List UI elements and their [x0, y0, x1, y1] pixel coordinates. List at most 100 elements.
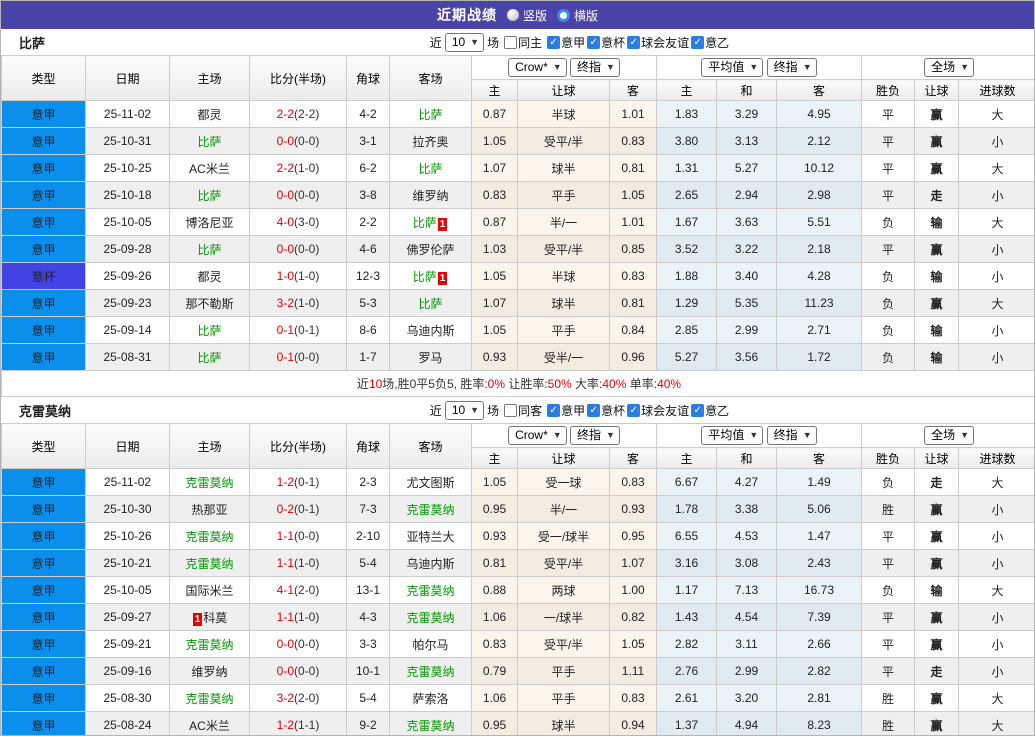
- chevron-down-icon: ▼: [749, 430, 759, 440]
- avg-away-odds: 4.95: [775, 100, 863, 128]
- filters: 近 10 ▼ 场 同客 ✓ 意甲 ✓ 意杯 ✓ 球会友谊 ✓ 意乙: [429, 400, 729, 420]
- games-label: 场: [487, 35, 500, 50]
- result-handicap: 赢: [914, 711, 960, 735]
- radio-button-icon[interactable]: [557, 8, 570, 22]
- result-handicap: 输: [914, 316, 960, 344]
- avg-home-odds: 6.55: [656, 522, 717, 550]
- final-odds-select[interactable]: 终指 ▼: [570, 58, 620, 77]
- league-checkbox[interactable]: ✓ 球会友谊: [627, 402, 689, 419]
- layout-radio-vertical[interactable]: 竖版: [506, 7, 547, 24]
- team-name-text: 乌迪内斯: [406, 556, 455, 571]
- avg-away-odds: 5.51: [775, 208, 863, 236]
- date-cell: 25-10-18: [85, 181, 170, 209]
- handicap-away-odds: 0.81: [609, 154, 657, 182]
- home-team-cell: 克雷莫纳: [169, 684, 250, 712]
- avg-away-odds: 2.82: [775, 657, 863, 685]
- league-checkbox[interactable]: ✓ 意乙: [691, 402, 729, 419]
- result-handicap: 输: [914, 576, 960, 604]
- full-match-select[interactable]: 全场 ▼: [924, 58, 974, 77]
- league-checkbox[interactable]: ✓ 意杯: [587, 402, 625, 419]
- score-cell: 0-2(0-1): [249, 495, 347, 523]
- league-label: 球会友谊: [641, 403, 690, 418]
- checkbox-icon[interactable]: ✓: [691, 35, 705, 49]
- corner-cell: 8-6: [346, 316, 390, 344]
- final-odds-select[interactable]: 终指 ▼: [766, 58, 817, 77]
- checkbox-icon[interactable]: ✓: [587, 35, 601, 49]
- corner-cell: 4-6: [346, 235, 390, 263]
- filter-bar-pisa: 比萨 近 10 ▼ 场 同主 ✓ 意甲 ✓ 意杯 ✓ 球会友谊 ✓ 意乙: [1, 29, 1034, 55]
- final-odds-select[interactable]: 终指 ▼: [766, 426, 817, 445]
- crow-odds-select[interactable]: Crow* ▼: [508, 426, 567, 445]
- avg-away-odds: 2.98: [775, 181, 863, 209]
- avg-away-odds: 7.39: [775, 603, 863, 631]
- final-odds-select[interactable]: 终指 ▼: [570, 426, 620, 445]
- checkbox-icon[interactable]: [504, 403, 518, 417]
- handicap-away-odds: 1.00: [609, 576, 657, 604]
- average-group-header: 平均值 ▼ 终指 ▼: [655, 55, 863, 80]
- avg-draw-odds: 3.11: [716, 630, 777, 658]
- result-handicap: 赢: [914, 235, 960, 263]
- result-outcome: 负: [861, 208, 916, 236]
- handicap-home-odds: 0.87: [471, 208, 518, 236]
- crow-odds-select[interactable]: Crow* ▼: [508, 58, 567, 77]
- checkbox-icon[interactable]: ✓: [691, 403, 705, 417]
- checkbox-icon[interactable]: [504, 35, 518, 49]
- score-cell: 3-2(2-0): [249, 684, 347, 712]
- matches-table-pisa: 类型 日期 主场 比分(半场) 角球 客场 Crow* ▼ 终指 ▼ 平均值 ▼ 终指…: [1, 55, 1034, 397]
- handicap-line: 半球: [517, 100, 610, 128]
- layout-radio-horizontal[interactable]: 横版: [557, 7, 598, 24]
- away-team-cell: 维罗纳: [389, 181, 472, 209]
- checkbox-icon[interactable]: ✓: [627, 35, 641, 49]
- league-checkbox[interactable]: ✓ 意乙: [691, 34, 729, 51]
- handicap-line: 平手: [517, 181, 610, 209]
- date-cell: 25-09-14: [85, 316, 170, 344]
- checkbox-icon[interactable]: ✓: [547, 35, 561, 49]
- result-goals: 小: [958, 603, 1034, 631]
- league-checkbox[interactable]: ✓ 意甲: [547, 402, 585, 419]
- avg-home-odds: 2.65: [656, 181, 717, 209]
- match-row: 意甲 25-09-27 1 科莫 1-1(1-0) 4-3 克雷莫纳 1.06 一/球半 0.82…: [1, 603, 1034, 631]
- same-venue-checkbox[interactable]: 同主: [504, 34, 542, 51]
- result-outcome: 平: [861, 522, 916, 550]
- score-cell: 1-1(1-0): [249, 603, 347, 631]
- result-outcome: 平: [861, 235, 916, 263]
- recent-count-select[interactable]: 10 ▼: [444, 400, 485, 420]
- corner-cell: 5-4: [346, 549, 390, 577]
- red-card-badge: 1: [437, 217, 448, 231]
- league-type-cell: 意杯: [1, 262, 86, 290]
- average-odds-select[interactable]: 平均值 ▼: [701, 58, 764, 77]
- average-odds-select[interactable]: 平均值 ▼: [701, 426, 764, 445]
- sub-header-handicap-result: 让球: [914, 79, 960, 101]
- away-team-cell: 乌迪内斯: [389, 316, 472, 344]
- league-checkbox[interactable]: ✓ 意甲: [547, 34, 585, 51]
- full-match-select[interactable]: 全场 ▼: [924, 426, 974, 445]
- league-checkbox[interactable]: ✓ 球会友谊: [627, 34, 689, 51]
- chevron-down-icon: ▼: [470, 36, 480, 47]
- avg-away-odds: 2.81: [775, 684, 863, 712]
- handicap-home-odds: 1.03: [471, 235, 518, 263]
- corner-cell: 10-1: [346, 657, 390, 685]
- result-goals: 小: [958, 235, 1034, 263]
- team-name-text: 都灵: [197, 107, 222, 122]
- league-checkbox[interactable]: ✓ 意杯: [587, 34, 625, 51]
- avg-home-odds: 1.88: [656, 262, 717, 290]
- away-team-cell: 比萨: [389, 100, 472, 128]
- same-venue-checkbox[interactable]: 同客: [504, 402, 542, 419]
- radio-button-icon[interactable]: [506, 9, 519, 21]
- page: 近期战绩 竖版 横版 比萨 近 10 ▼ 场 同主 ✓ 意甲 ✓ 意杯 ✓ 球会友谊 ✓ 意乙: [0, 0, 1035, 736]
- recent-count-select[interactable]: 10 ▼: [444, 32, 485, 52]
- checkbox-icon[interactable]: ✓: [547, 403, 561, 417]
- checkbox-icon[interactable]: ✓: [587, 403, 601, 417]
- match-row: 意甲 25-11-02 都灵 2-2(2-2) 4-2 比萨 0.87 半球 1.01 1.83 3…: [1, 100, 1034, 128]
- team-name-text: 比萨: [197, 134, 222, 149]
- avg-draw-odds: 3.40: [716, 262, 777, 290]
- away-team-cell: 比萨 1: [389, 262, 472, 290]
- avg-away-odds: 10.12: [775, 154, 863, 182]
- league-label: 意甲: [561, 403, 586, 418]
- team-name-text: 维罗纳: [412, 188, 449, 203]
- avg-away-odds: 2.12: [775, 127, 863, 155]
- handicap-home-odds: 0.95: [471, 711, 518, 735]
- recent-label: 近: [429, 403, 442, 418]
- checkbox-icon[interactable]: ✓: [627, 403, 641, 417]
- handicap-away-odds: 0.85: [609, 235, 657, 263]
